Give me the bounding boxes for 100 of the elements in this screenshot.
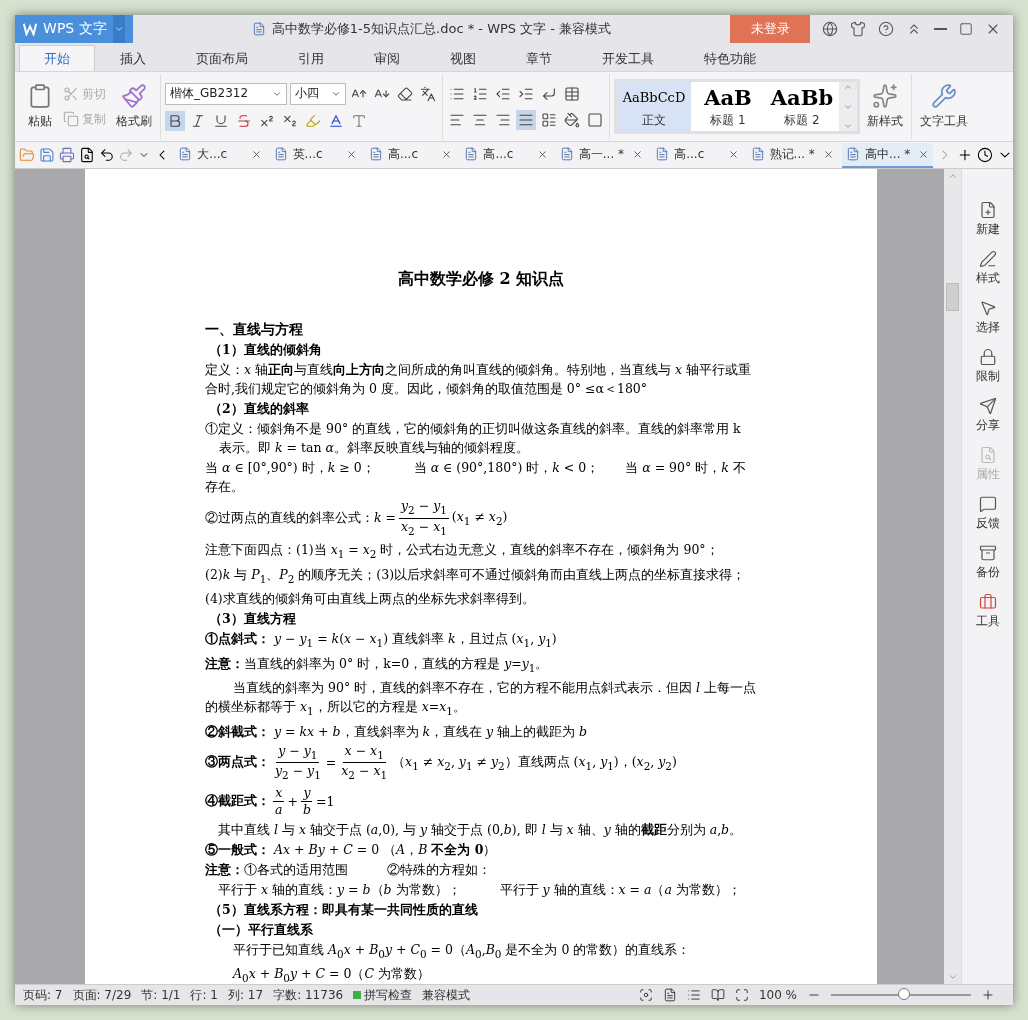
print-preview-icon — [78, 147, 95, 163]
document-tab[interactable]: 英...c — [269, 142, 361, 168]
document-icon — [464, 147, 479, 161]
side-panel-button[interactable]: 限制 — [975, 346, 1000, 387]
menu-tab[interactable]: 审阅 — [349, 45, 425, 71]
help-icon — [878, 21, 894, 37]
paragraph: 当直线的斜率为 90° 时，直线的斜率不存在，它的方程不能用点斜式表示．但因 l 上每一点的横坐标都等于 x$_{1}$，所以它的方程是 x=x$_{1}$。 — [205, 679, 757, 719]
menu-tab[interactable]: 引用 — [273, 45, 349, 71]
fraction-denominator: b — [301, 801, 312, 818]
menu-tab[interactable]: 页面布局 — [171, 45, 273, 71]
formula-text: =1 — [315, 793, 335, 809]
document-tab[interactable]: 高一... * — [555, 142, 648, 168]
text-shading-icon — [351, 112, 367, 129]
scrollbar[interactable] — [944, 169, 961, 984]
spell-check-button[interactable]: 拼写检查 — [353, 986, 413, 1004]
close-icon[interactable] — [823, 148, 834, 160]
menu-tab[interactable]: 特色功能 — [679, 45, 781, 71]
section-heading: （5）直线系方程：即具有某一共同性质的直线 — [208, 900, 479, 919]
document-icon — [178, 147, 193, 161]
status-text: 兼容模式 — [422, 986, 471, 1004]
lock-icon — [978, 348, 997, 366]
document-tab[interactable]: 高...c — [460, 142, 552, 168]
zoom-thumb[interactable] — [898, 988, 911, 1000]
side-panel-button[interactable]: 备份 — [975, 542, 1000, 583]
side-panel-button[interactable]: 选择 — [975, 297, 1000, 338]
fraction-denominator: y$_{2}$ − y$_{1}$ — [273, 763, 322, 783]
document-tab[interactable]: 高...c — [651, 142, 743, 168]
redo-icon — [118, 147, 135, 163]
paint-bucket-icon — [564, 111, 580, 128]
undo-icon — [98, 147, 115, 163]
document-icon — [251, 22, 266, 36]
fraction-denominator: a — [274, 801, 284, 818]
document-icon — [846, 147, 860, 161]
document-icon — [750, 147, 765, 161]
paragraph: 当 α ∈ [0°,90°) 时，k ≥ 0； 当 α ∈ (90°,180°) 时，k < 0； 当 α = 90° 时，k 不存在。 — [205, 459, 747, 496]
style-preset[interactable]: AaB 标题 1 — [691, 82, 765, 131]
close-icon[interactable] — [536, 148, 548, 160]
scissors-icon — [63, 86, 79, 102]
document-icon — [368, 147, 383, 161]
bold-button[interactable] — [165, 110, 185, 131]
new-style-button[interactable]: 新样式 — [863, 81, 907, 132]
zoom-in-icon — [981, 988, 995, 1002]
style-preset[interactable]: AaBb 标题 2 — [765, 82, 839, 131]
section-heading: （一）平行直线系 — [208, 920, 314, 939]
justify-button[interactable] — [516, 109, 536, 130]
side-panel-button[interactable]: 反馈 — [975, 493, 1000, 534]
paintbrush-icon — [121, 83, 147, 109]
save-icon — [38, 147, 55, 163]
close-icon[interactable] — [918, 148, 930, 160]
formula-text: + — [287, 793, 298, 809]
font-select[interactable]: 楷体_GB2312 — [165, 82, 287, 105]
document-tab[interactable]: 大...c — [174, 142, 266, 168]
paragraph: (2)k 与 P$_{1}$、P$_{2}$ 的顺序无关；(3)以后求斜率可不通过倾斜角而由直线上两点的坐标直接求得； — [205, 565, 747, 586]
scroll-up-icon — [947, 171, 958, 181]
close-icon[interactable] — [632, 148, 644, 160]
format-painter-button[interactable]: 格式刷 — [112, 81, 156, 132]
style-preset[interactable]: AaBbCcD 正文 — [617, 82, 691, 131]
close-icon[interactable] — [441, 148, 453, 160]
document-icon — [559, 147, 574, 161]
close-icon[interactable] — [727, 148, 739, 160]
paste-button[interactable]: 粘贴 — [23, 81, 57, 132]
scrollbar-thumb[interactable] — [946, 282, 959, 311]
fraction-numerator: y$_{2}$ − y$_{1}$ — [399, 498, 449, 519]
fraction-denominator: x$_{2}$ − x$_{1}$ — [340, 763, 389, 783]
side-panel-button[interactable]: 分享 — [975, 395, 1000, 436]
font-size-select[interactable]: 小四 — [290, 82, 346, 105]
document-tab[interactable]: 熟记... * — [746, 142, 838, 168]
document-tab[interactable]: 高中... * — [842, 142, 934, 168]
bold-icon — [167, 112, 183, 129]
paragraph: 注意下面四点：(1)当 x$_{1}$ = x$_{2}$ 时，公式右边无意义，直线的斜率不存在，倾斜角为 90°； — [205, 541, 720, 562]
formula-text: (x$_{1}$ ≠ x$_{2}$) — [451, 509, 508, 527]
printer-icon — [58, 147, 75, 163]
menu-tab[interactable]: 视图 — [425, 45, 501, 71]
document-tab[interactable]: 高...c — [364, 142, 457, 168]
paragraph: A$_{0}$x + B$_{0}$y + C = 0（C 为常数） — [231, 965, 431, 984]
fraction-numerator: y — [301, 784, 313, 802]
side-panel-button[interactable]: 新建 — [975, 199, 1000, 240]
fraction-denominator: x$_{2}$ − x$_{1}$ — [400, 518, 448, 538]
message-icon — [978, 495, 997, 513]
side-panel-button[interactable]: 工具 — [975, 591, 1000, 632]
close-icon[interactable] — [345, 148, 357, 160]
more-icon — [843, 121, 853, 131]
side-panel-button[interactable]: 样式 — [975, 248, 1000, 289]
paragraph: 定义：x 轴正向与直线向上方向之间所成的角叫直线的倾斜角。特别地，当直线与 x 轴平行或重合时,我们规定它的倾斜角为 0 度。因此，倾斜角的取值范围是 0° ≤α＜180° — [205, 361, 753, 398]
italic-icon — [190, 112, 206, 129]
fraction-numerator: y − y$_{1}$ — [276, 742, 320, 763]
pointer-icon — [978, 299, 997, 317]
menu-tab[interactable]: 开发工具 — [577, 45, 679, 71]
paragraph: 平行于 x 轴的直线：y = b（b 为常数）； 平行于 y 轴的直线：x = a（a 为常数）； — [217, 880, 742, 899]
logo-icon — [23, 22, 38, 36]
status-text: 列: 17 — [228, 986, 264, 1004]
close-icon[interactable] — [250, 148, 262, 160]
caret-icon — [113, 24, 124, 34]
menu-tab[interactable]: 开始 — [19, 45, 95, 71]
chevron-up-icon — [843, 82, 853, 92]
menu-tab[interactable]: 章节 — [501, 45, 577, 71]
menu-tab[interactable]: 插入 — [95, 45, 171, 71]
formula-text: = — [325, 755, 337, 770]
archive-icon — [978, 544, 997, 562]
text-tools-button[interactable]: 文字工具 — [916, 81, 972, 132]
